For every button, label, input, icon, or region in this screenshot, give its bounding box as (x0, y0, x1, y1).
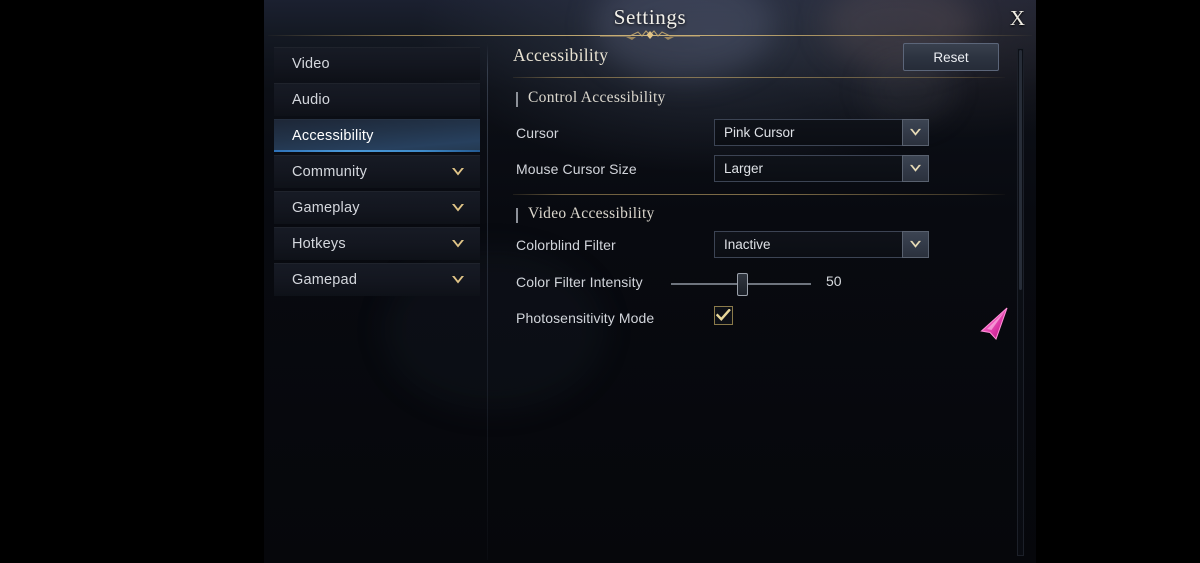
section-header-video-accessibility: Video Accessibility (516, 205, 655, 223)
color-filter-intensity-value: 50 (826, 273, 842, 289)
setting-label: Photosensitivity Mode (516, 310, 655, 326)
mouse-cursor-size-dropdown[interactable]: Larger (714, 155, 929, 182)
checkmark-icon (716, 309, 731, 321)
slider-handle[interactable] (736, 273, 748, 296)
cursor-dropdown[interactable]: Pink Cursor (714, 119, 929, 146)
sidebar-item-gameplay[interactable]: Gameplay (274, 191, 480, 224)
setting-row-cursor: Cursor Pink Cursor (516, 119, 1006, 147)
sidebar-item-label: Hotkeys (292, 235, 346, 252)
setting-label: Color Filter Intensity (516, 274, 643, 290)
chevron-down-icon (910, 164, 921, 172)
reset-button[interactable]: Reset (903, 43, 999, 71)
panel-scrollbar[interactable] (1017, 48, 1024, 556)
sidebar-item-label: Community (292, 163, 368, 180)
title-divider (268, 35, 1032, 36)
cursor-dropdown-value: Pink Cursor (724, 125, 795, 140)
sidebar-item-label: Gameplay (292, 199, 360, 216)
setting-label: Colorblind Filter (516, 237, 616, 253)
chevron-down-icon (452, 275, 464, 283)
section-divider (513, 194, 1005, 195)
color-filter-intensity-slider[interactable] (671, 273, 811, 296)
sidebar-item-accessibility[interactable]: Accessibility (274, 119, 480, 152)
sidebar-divider (487, 44, 488, 560)
sidebar-item-label: Video (292, 55, 330, 72)
setting-label: Cursor (516, 125, 559, 141)
panel-header: Accessibility Reset (504, 43, 1014, 77)
close-button[interactable]: X (1002, 3, 1033, 34)
photosensitivity-mode-checkbox[interactable] (714, 306, 733, 325)
header-divider (513, 77, 1005, 78)
chevron-down-icon (452, 239, 464, 247)
sidebar: Video Audio Accessibility Community Game… (274, 47, 480, 557)
section-header-control-accessibility: Control Accessibility (516, 89, 666, 107)
window-title: Settings (613, 5, 687, 29)
scrollbar-thumb[interactable] (1019, 50, 1022, 290)
settings-window: Settings X Video Audio Accessibility Com… (264, 0, 1036, 563)
colorblind-filter-dropdown-toggle[interactable] (902, 231, 929, 258)
sidebar-item-gamepad[interactable]: Gamepad (274, 263, 480, 296)
setting-row-photosensitivity-mode: Photosensitivity Mode (516, 306, 1006, 332)
sidebar-item-community[interactable]: Community (274, 155, 480, 188)
screen: Settings X Video Audio Accessibility Com… (0, 0, 1200, 563)
page-title: Accessibility (513, 45, 609, 65)
cursor-dropdown-toggle[interactable] (902, 119, 929, 146)
chevron-down-icon (452, 167, 464, 175)
sidebar-item-hotkeys[interactable]: Hotkeys (274, 227, 480, 260)
mouse-cursor-size-dropdown-value: Larger (724, 161, 764, 176)
sidebar-item-label: Audio (292, 91, 331, 108)
setting-label: Mouse Cursor Size (516, 161, 637, 177)
title-bar: Settings X (264, 0, 1036, 40)
setting-row-color-filter-intensity: Color Filter Intensity 50 (516, 270, 1006, 296)
chevron-down-icon (910, 240, 921, 248)
sidebar-item-audio[interactable]: Audio (274, 83, 480, 116)
settings-panel: Accessibility Reset Control Accessibilit… (504, 43, 1014, 560)
sidebar-item-label: Accessibility (292, 127, 374, 144)
sidebar-item-video[interactable]: Video (274, 47, 480, 80)
chevron-down-icon (452, 203, 464, 211)
chevron-down-icon (910, 128, 921, 136)
mouse-cursor-size-dropdown-toggle[interactable] (902, 155, 929, 182)
colorblind-filter-dropdown[interactable]: Inactive (714, 231, 929, 258)
setting-row-mouse-cursor-size: Mouse Cursor Size Larger (516, 155, 1006, 183)
sidebar-item-label: Gamepad (292, 271, 358, 288)
colorblind-filter-dropdown-value: Inactive (724, 237, 771, 252)
setting-row-colorblind-filter: Colorblind Filter Inactive (516, 231, 1006, 259)
